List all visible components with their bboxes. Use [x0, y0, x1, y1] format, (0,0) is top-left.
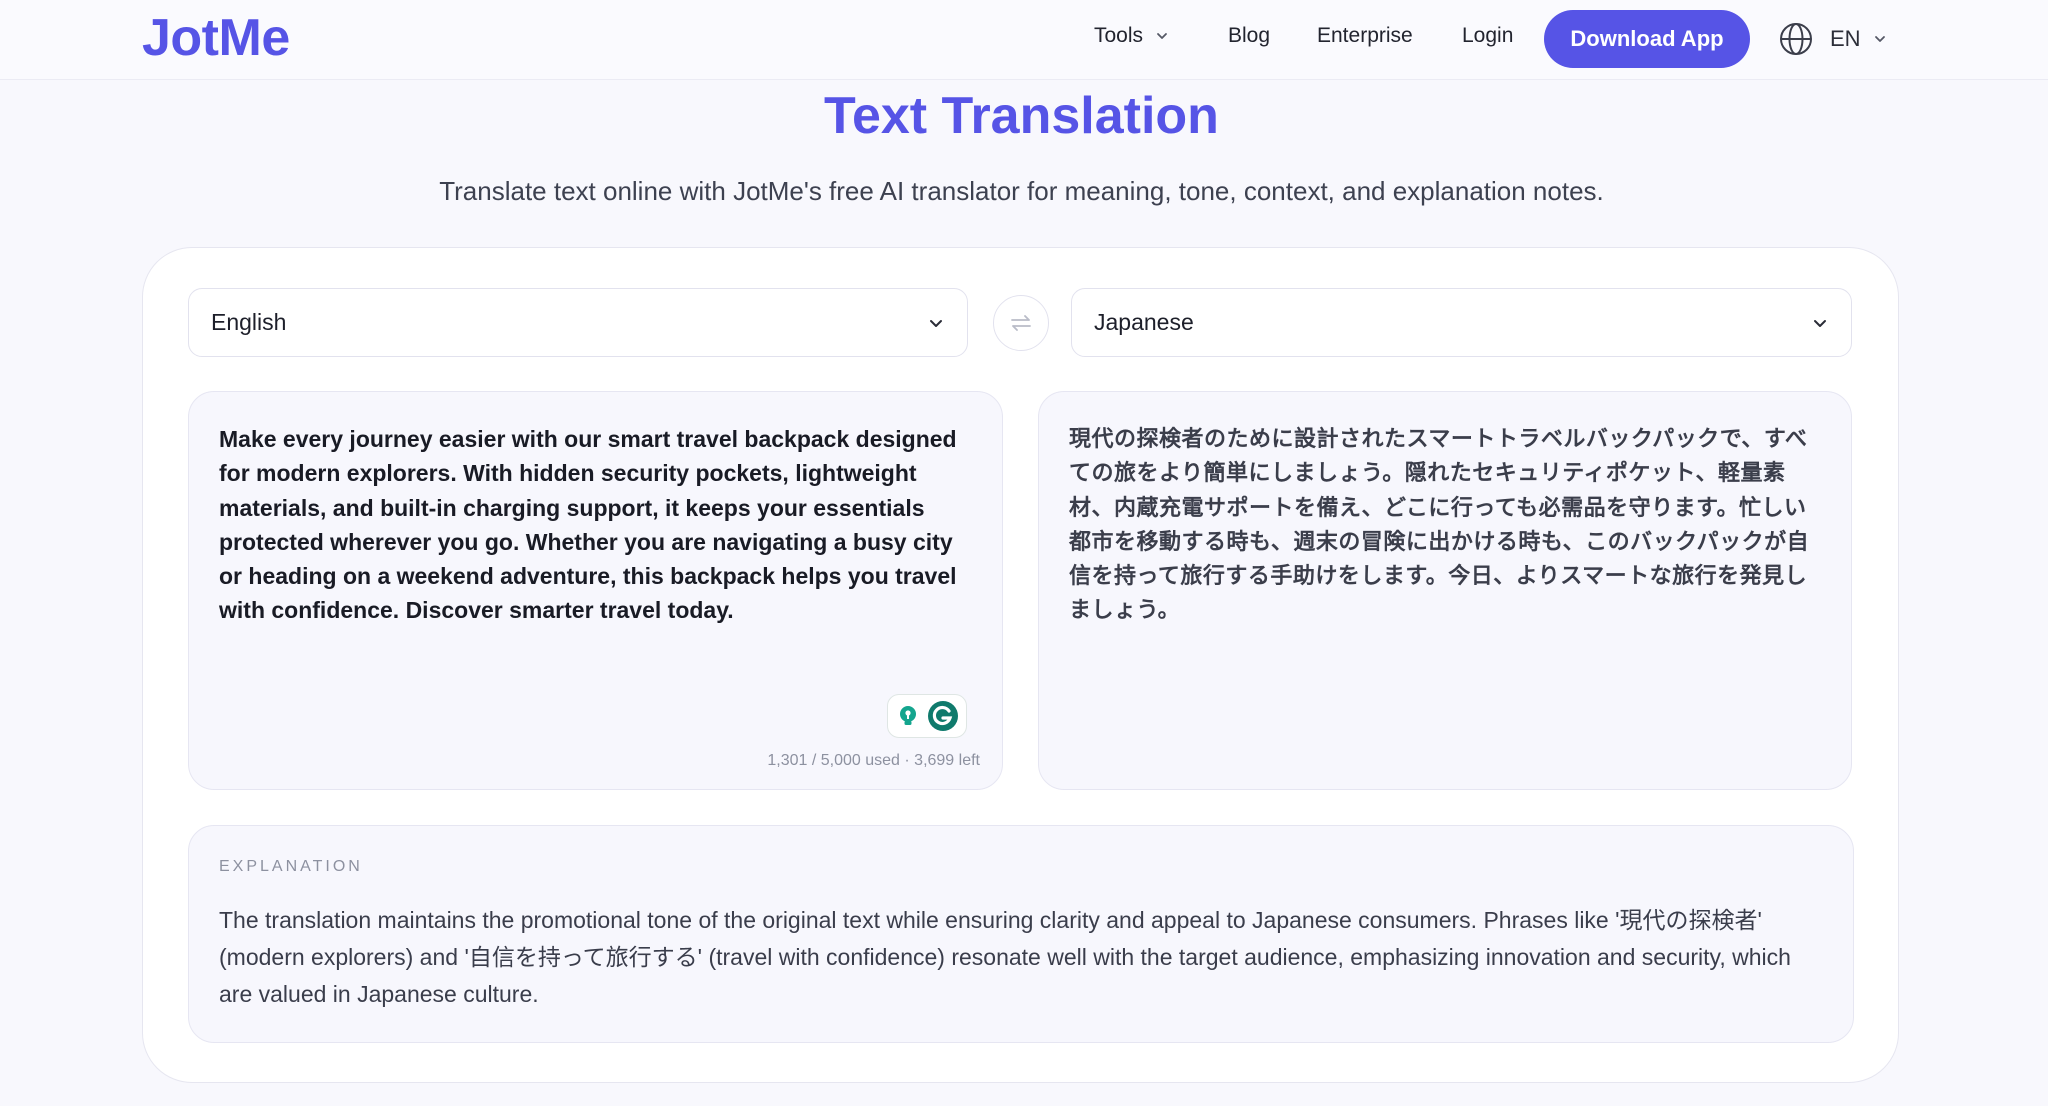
- page-title: Text Translation: [824, 87, 1219, 145]
- chevron-down-icon: [1814, 319, 1826, 327]
- top-navigation-bar: JotMe Tools Blog Enterprise Login Downlo…: [0, 0, 2048, 80]
- swap-arrows-icon: [1011, 315, 1031, 331]
- chevron-down-icon: [1874, 36, 1885, 42]
- grammar-extension-widget[interactable]: [887, 694, 967, 738]
- language-switcher[interactable]: EN: [1778, 20, 1887, 58]
- nav-blog-link[interactable]: Blog: [1228, 24, 1270, 48]
- source-language-value: English: [211, 309, 287, 335]
- swap-languages-button[interactable]: [993, 295, 1049, 351]
- globe-icon: [1780, 23, 1812, 55]
- target-language-select[interactable]: Japanese: [1071, 288, 1852, 357]
- chevron-down-icon: [930, 319, 942, 327]
- translation-output-panel: 現代の探検者のために設計されたスマートトラベルバックパックで、すべての旅をより簡…: [1038, 391, 1852, 790]
- jotme-logo[interactable]: JotMe: [142, 8, 290, 68]
- character-count: 1,301 / 5,000 used · 3,699 left: [767, 752, 980, 769]
- nav-login-link[interactable]: Login: [1462, 24, 1513, 48]
- download-app-button[interactable]: Download App: [1544, 10, 1750, 68]
- source-language-select[interactable]: English: [188, 288, 968, 357]
- grammarly-icon[interactable]: [927, 700, 959, 732]
- nav-tools-label: Tools: [1094, 24, 1144, 47]
- explanation-text: The translation maintains the promotiona…: [219, 907, 1791, 1007]
- source-text-input[interactable]: Make every journey easier with our smart…: [219, 422, 976, 628]
- nav-tools-dropdown[interactable]: Tools: [1094, 24, 1169, 48]
- target-language-value: Japanese: [1094, 309, 1194, 335]
- lightbulb-icon[interactable]: [895, 703, 921, 729]
- nav-enterprise-link[interactable]: Enterprise: [1317, 24, 1413, 48]
- explanation-panel: EXPLANATION The translation maintains th…: [188, 825, 1854, 1043]
- page-subtitle: Translate text online with JotMe's free …: [439, 176, 1604, 206]
- translated-text: 現代の探検者のために設計されたスマートトラベルバックパックで、すべての旅をより簡…: [1069, 426, 1810, 623]
- source-text-panel[interactable]: Make every journey easier with our smart…: [188, 391, 1003, 790]
- chevron-down-icon: [1157, 33, 1167, 39]
- explanation-heading: EXPLANATION: [219, 858, 363, 875]
- language-code: EN: [1830, 26, 1861, 51]
